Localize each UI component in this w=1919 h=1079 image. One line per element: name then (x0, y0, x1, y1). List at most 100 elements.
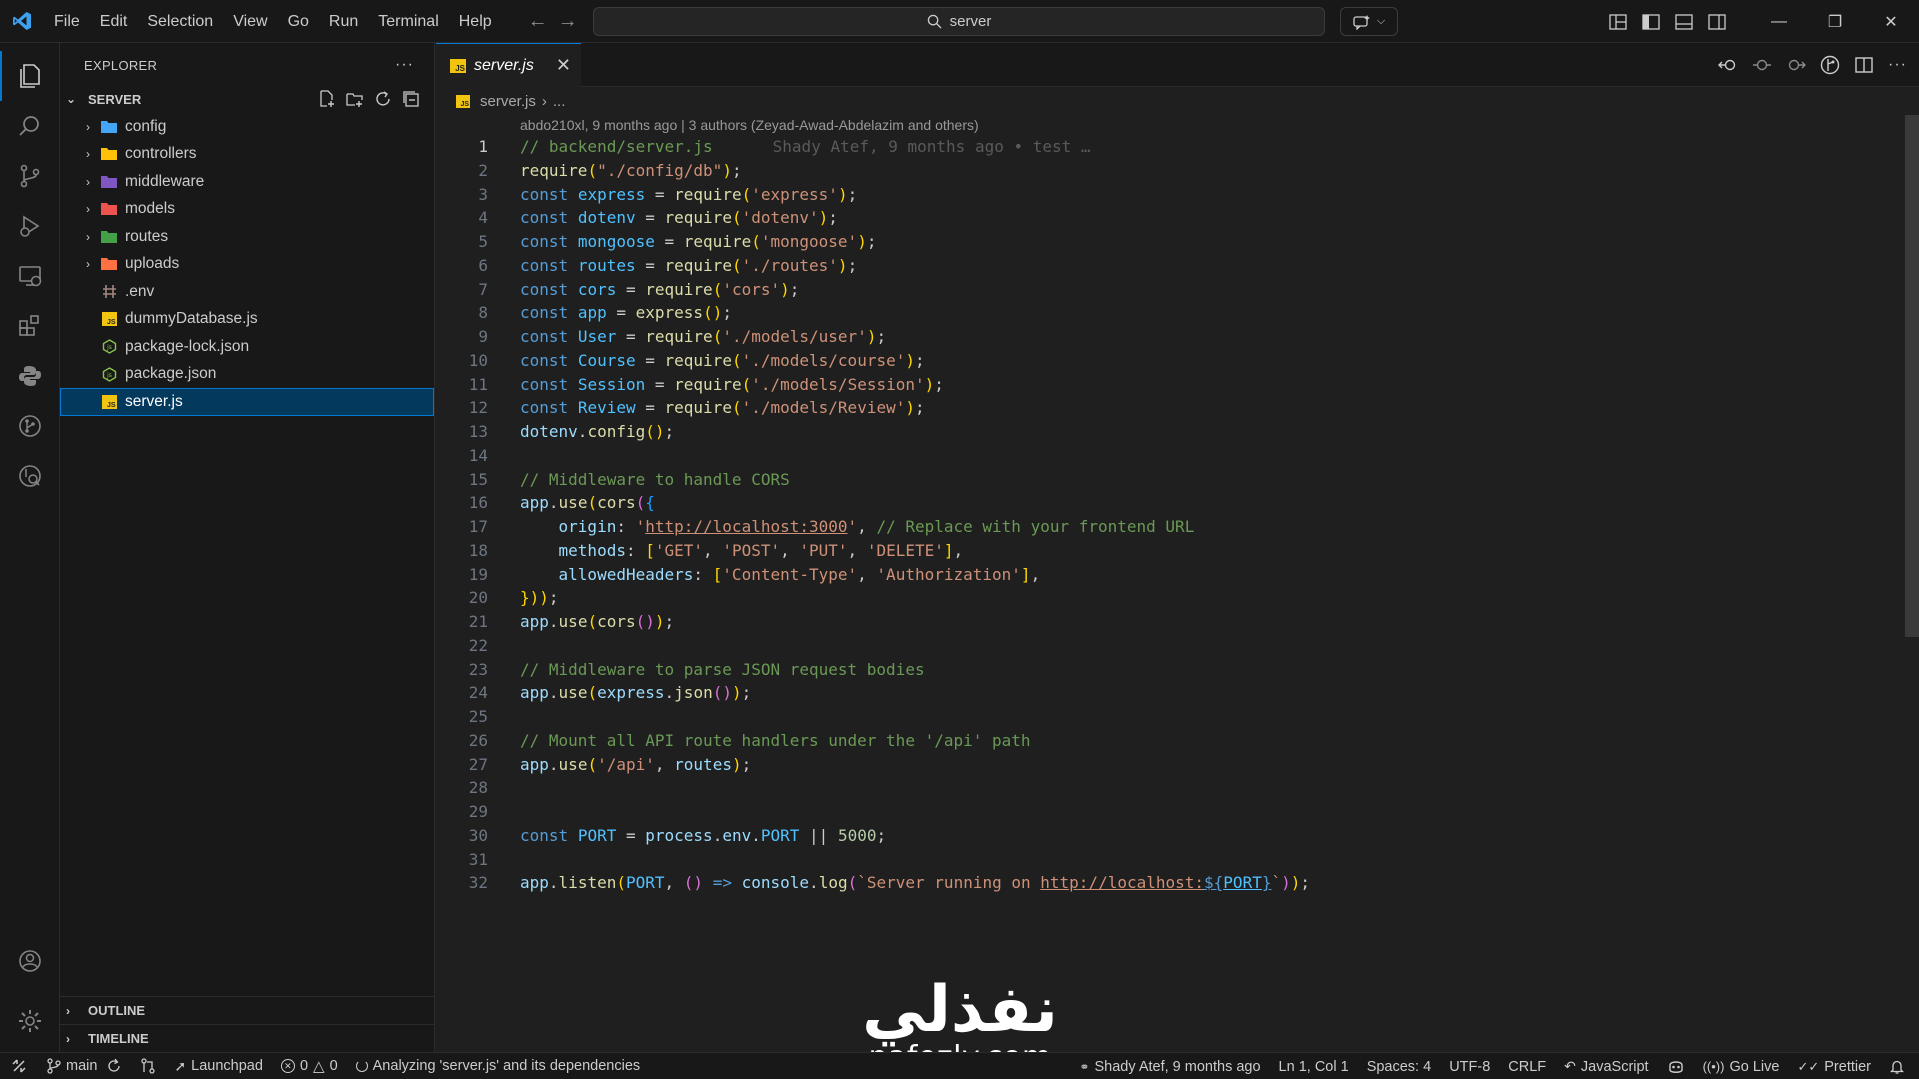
go-live-button[interactable]: ((•)) Go Live (1694, 1053, 1789, 1079)
code-line[interactable]: 3 const express = require('express'); (436, 183, 1876, 207)
search-activity-icon[interactable] (0, 101, 60, 151)
breadcrumb-file[interactable]: server.js (480, 93, 536, 110)
folder-item[interactable]: › routes (60, 223, 434, 251)
code-line[interactable]: 4 const dotenv = require('dotenv'); (436, 206, 1876, 230)
python-icon[interactable] (0, 351, 60, 401)
code-line[interactable]: 14 (436, 444, 1876, 468)
folder-item[interactable]: › controllers (60, 141, 434, 169)
accounts-icon[interactable] (0, 936, 60, 986)
file-item[interactable]: js package-lock.json (60, 333, 434, 361)
code-line[interactable]: 27 app.use('/api', routes); (436, 753, 1876, 777)
code-line[interactable]: 32 app.listen(PORT, () => console.log(`Se… (436, 871, 1876, 895)
blame-status[interactable]: ⚭ Shady Atef, 9 months ago (1070, 1053, 1269, 1079)
code-line[interactable]: 25 (436, 705, 1876, 729)
forward-arrow-icon[interactable]: → (558, 10, 578, 33)
folder-item[interactable]: › models (60, 196, 434, 224)
code-line[interactable]: 5 const mongoose = require('mongoose'); (436, 230, 1876, 254)
code-line[interactable]: 7 const cors = require('cors'); (436, 278, 1876, 302)
code-line[interactable]: 12 const Review = require('./models/Revie… (436, 396, 1876, 420)
refresh-icon[interactable] (374, 90, 392, 108)
code-line[interactable]: 24 app.use(express.json()); (436, 681, 1876, 705)
back-arrow-icon[interactable]: ← (528, 10, 548, 33)
cursor-position[interactable]: Ln 1, Col 1 (1270, 1053, 1358, 1079)
menu-help[interactable]: Help (449, 0, 502, 43)
code-line[interactable]: 17 origin: 'http://localhost:3000', // R… (436, 515, 1876, 539)
git-graph-icon[interactable] (0, 401, 60, 451)
restore-icon[interactable]: ❐ (1807, 0, 1863, 43)
collapse-all-icon[interactable] (402, 90, 420, 108)
code-line[interactable]: 20})); (436, 586, 1876, 610)
file-item[interactable]: JS dummyDatabase.js (60, 306, 434, 334)
menu-terminal[interactable]: Terminal (368, 0, 448, 43)
code-line[interactable]: 9 const User = require('./models/user'); (436, 325, 1876, 349)
language-mode[interactable]: ↶ JavaScript (1555, 1053, 1657, 1079)
encoding[interactable]: UTF-8 (1440, 1053, 1499, 1079)
code-line[interactable]: 18 methods: ['GET', 'POST', 'PUT', 'DELE… (436, 539, 1876, 563)
code-line[interactable]: 1 // backend/server.js Shady Atef, 9 month… (436, 135, 1876, 159)
vertical-scrollbar[interactable] (1905, 115, 1919, 637)
code-line[interactable]: 10 const Course = require('./models/cours… (436, 349, 1876, 373)
more-actions-icon[interactable]: ··· (395, 56, 414, 74)
code-line[interactable]: 11 const Session = require('./models/Sess… (436, 373, 1876, 397)
menu-edit[interactable]: Edit (90, 0, 138, 43)
sync-icon[interactable] (106, 1058, 122, 1074)
toggle-panel-icon[interactable] (1667, 0, 1700, 43)
git-graph-status[interactable] (131, 1053, 165, 1079)
problems-status[interactable]: ✕ 0 △ 0 (272, 1053, 347, 1079)
gitlens-icon[interactable] (1820, 55, 1840, 75)
next-change-icon[interactable] (1786, 56, 1807, 74)
code-line[interactable]: 15 // Middleware to handle CORS (436, 468, 1876, 492)
code-line[interactable]: 31 (436, 848, 1876, 872)
breadcrumb-symbol[interactable]: ... (553, 93, 566, 110)
code-line[interactable]: 28 (436, 776, 1876, 800)
split-editor-icon[interactable] (1854, 56, 1874, 74)
close-window-icon[interactable]: ✕ (1863, 0, 1919, 43)
codelens-blame-authors[interactable]: abdo210xl, 9 months ago | 3 authors (Zey… (520, 115, 979, 135)
folder-item[interactable]: › config (60, 113, 434, 141)
code-line[interactable]: 13 dotenv.config(); (436, 420, 1876, 444)
code-line[interactable]: 21 app.use(cors()); (436, 610, 1876, 634)
toggle-secondary-sidebar-icon[interactable] (1700, 0, 1733, 43)
toggle-primary-sidebar-icon[interactable] (1634, 0, 1667, 43)
code-line[interactable]: 29 (436, 800, 1876, 824)
copilot-status[interactable] (1658, 1053, 1694, 1079)
code-line[interactable]: 19 allowedHeaders: ['Content-Type', 'Aut… (436, 563, 1876, 587)
outline-section-header[interactable]: › OUTLINE (60, 996, 434, 1024)
end-of-line[interactable]: CRLF (1499, 1053, 1555, 1079)
code-line[interactable]: 6 const routes = require('./routes'); (436, 254, 1876, 278)
menu-go[interactable]: Go (278, 0, 319, 43)
manage-gear-icon[interactable] (0, 996, 60, 1046)
code-line[interactable]: 26 // Mount all API route handlers under … (436, 729, 1876, 753)
code-line[interactable]: 23 // Middleware to parse JSON request bo… (436, 658, 1876, 682)
code-line[interactable]: 22 (436, 634, 1876, 658)
launchpad-status[interactable]: ➚ Launchpad (165, 1053, 272, 1079)
previous-change-icon[interactable] (1752, 56, 1772, 74)
explorer-icon[interactable] (0, 51, 60, 101)
remote-explorer-icon[interactable] (0, 251, 60, 301)
notifications-bell[interactable] (1880, 1053, 1919, 1079)
code-line[interactable]: 2 require("./config/db"); (436, 159, 1876, 183)
branch-status[interactable]: main (38, 1053, 131, 1079)
workspace-folder-header[interactable]: ⌄ SERVER (60, 85, 434, 113)
new-file-icon[interactable] (318, 90, 336, 108)
folder-item[interactable]: › middleware (60, 168, 434, 196)
timeline-section-header[interactable]: › TIMELINE (60, 1024, 434, 1052)
close-tab-icon[interactable]: ✕ (556, 55, 571, 76)
code-line[interactable]: 16 app.use(cors({ (436, 491, 1876, 515)
run-debug-icon[interactable] (0, 201, 60, 251)
file-item[interactable]: JS server.js (60, 388, 434, 416)
copilot-chat-button[interactable]: ⌵ (1340, 7, 1398, 36)
menu-run[interactable]: Run (319, 0, 368, 43)
menu-view[interactable]: View (223, 0, 277, 43)
minimize-icon[interactable]: — (1751, 0, 1807, 43)
source-control-icon[interactable] (0, 151, 60, 201)
prettier-status[interactable]: ✓✓ Prettier (1788, 1053, 1880, 1079)
indentation[interactable]: Spaces: 4 (1358, 1053, 1441, 1079)
file-item[interactable]: .env (60, 278, 434, 306)
command-center-search[interactable]: server (593, 7, 1325, 36)
code-line[interactable]: 8 const app = express(); (436, 301, 1876, 325)
tab-server-js[interactable]: JS server.js ✕ (436, 43, 581, 87)
remote-indicator-icon[interactable] (0, 1053, 38, 1079)
gitlens-inspect-icon[interactable] (0, 451, 60, 501)
extensions-icon[interactable] (0, 301, 60, 351)
